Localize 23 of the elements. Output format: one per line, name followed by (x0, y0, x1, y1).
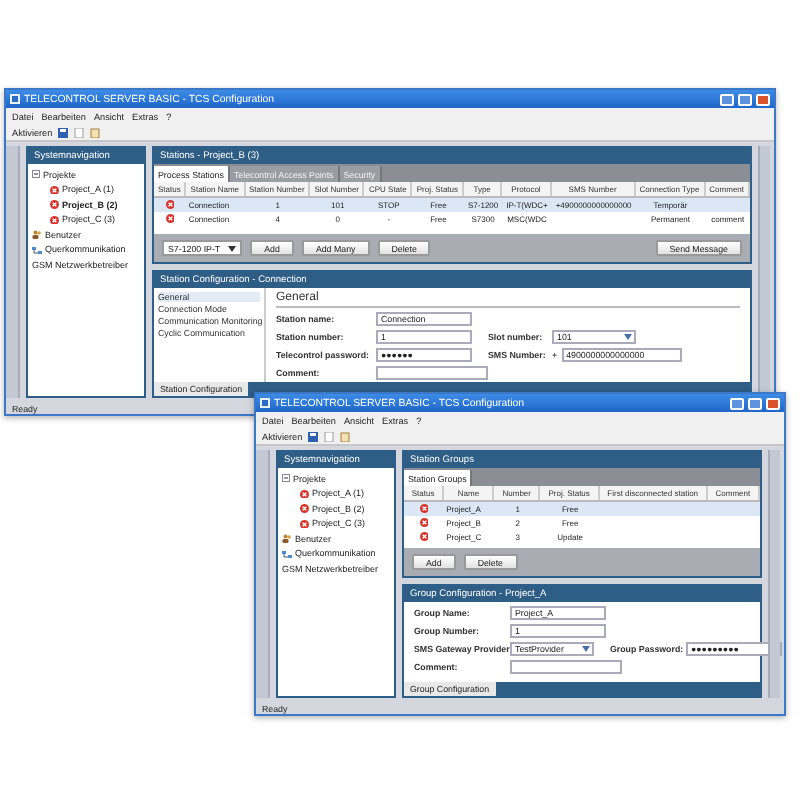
caret-icon (581, 646, 589, 652)
collapse-icon[interactable] (32, 170, 40, 179)
close-button[interactable] (766, 397, 780, 409)
input-field[interactable] (510, 660, 622, 674)
caret-icon (623, 334, 631, 340)
app-icon (260, 398, 270, 408)
scrollbar[interactable] (758, 146, 770, 398)
close-button[interactable] (756, 93, 770, 105)
maximize-button[interactable] (738, 93, 752, 105)
network-icon (32, 245, 42, 254)
save-icon[interactable] (308, 431, 319, 441)
save-icon[interactable] (58, 127, 69, 137)
caret-icon (228, 245, 237, 251)
minimize-button[interactable] (720, 93, 734, 105)
users-icon (32, 230, 42, 239)
minimize-button[interactable] (730, 397, 744, 409)
input-field[interactable] (376, 366, 488, 380)
network-icon (282, 549, 292, 558)
maximize-button[interactable] (748, 397, 762, 409)
collapse-icon[interactable] (282, 474, 290, 483)
scrollbar[interactable] (768, 450, 780, 698)
app-icon (10, 94, 20, 104)
users-icon (282, 534, 292, 543)
